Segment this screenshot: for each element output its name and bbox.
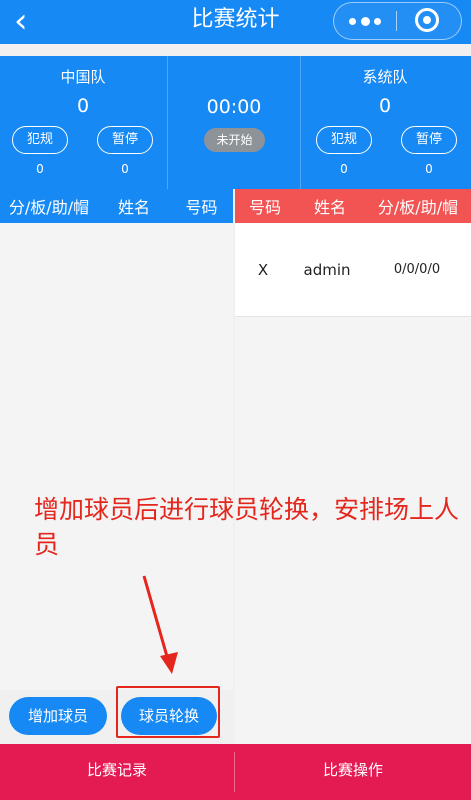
column-header: 分/板/助/帽 — [377, 198, 459, 217]
game-clock: 00:00 — [206, 96, 262, 118]
away-team-score: 0 — [378, 95, 392, 117]
home-table-header: 分/板/助/帽 姓名 号码 — [0, 189, 233, 223]
player-name: admin — [303, 260, 351, 279]
more-dots-icon[interactable] — [349, 16, 381, 26]
home-foul-button[interactable]: 犯规 — [12, 126, 68, 154]
home-team-score: 0 — [76, 95, 90, 117]
tab-match-operations[interactable]: 比赛操作 — [235, 744, 471, 800]
away-timeout-button[interactable]: 暂停 — [401, 126, 457, 154]
annotation-text: 增加球员后进行球员轮换，安排场上人员 — [34, 495, 460, 559]
column-header: 号码 — [185, 198, 218, 217]
scoreboard-divider — [167, 56, 168, 189]
capsule-divider — [396, 11, 397, 31]
target-icon[interactable] — [415, 8, 439, 32]
away-foul-button[interactable]: 犯规 — [316, 126, 372, 154]
column-header: 分/板/助/帽 — [8, 198, 90, 217]
column-header: 号码 — [248, 198, 281, 217]
player-stats: 0/0/0/0 — [393, 262, 441, 277]
game-status-badge[interactable]: 未开始 — [204, 128, 265, 152]
add-player-button[interactable]: 增加球员 — [9, 697, 107, 735]
table-row[interactable]: X admin 0/0/0/0 — [235, 223, 471, 317]
away-timeout-count: 0 — [425, 162, 433, 176]
player-number: X — [257, 260, 269, 279]
annotation-highlight-box — [116, 686, 220, 738]
away-table-header: 号码 姓名 分/板/助/帽 — [235, 189, 471, 223]
scoreboard-divider — [300, 56, 301, 189]
column-header: 姓名 — [313, 198, 346, 217]
column-header: 姓名 — [117, 198, 150, 217]
away-foul-count: 0 — [340, 162, 348, 176]
home-timeout-count: 0 — [121, 162, 129, 176]
home-player-list — [0, 223, 233, 690]
tab-match-records[interactable]: 比赛记录 — [0, 744, 234, 800]
away-team-name: 系统队 — [362, 68, 408, 86]
home-timeout-button[interactable]: 暂停 — [97, 126, 153, 154]
home-team-name: 中国队 — [60, 68, 106, 86]
home-foul-count: 0 — [36, 162, 44, 176]
annotation-arrow — [142, 575, 178, 674]
